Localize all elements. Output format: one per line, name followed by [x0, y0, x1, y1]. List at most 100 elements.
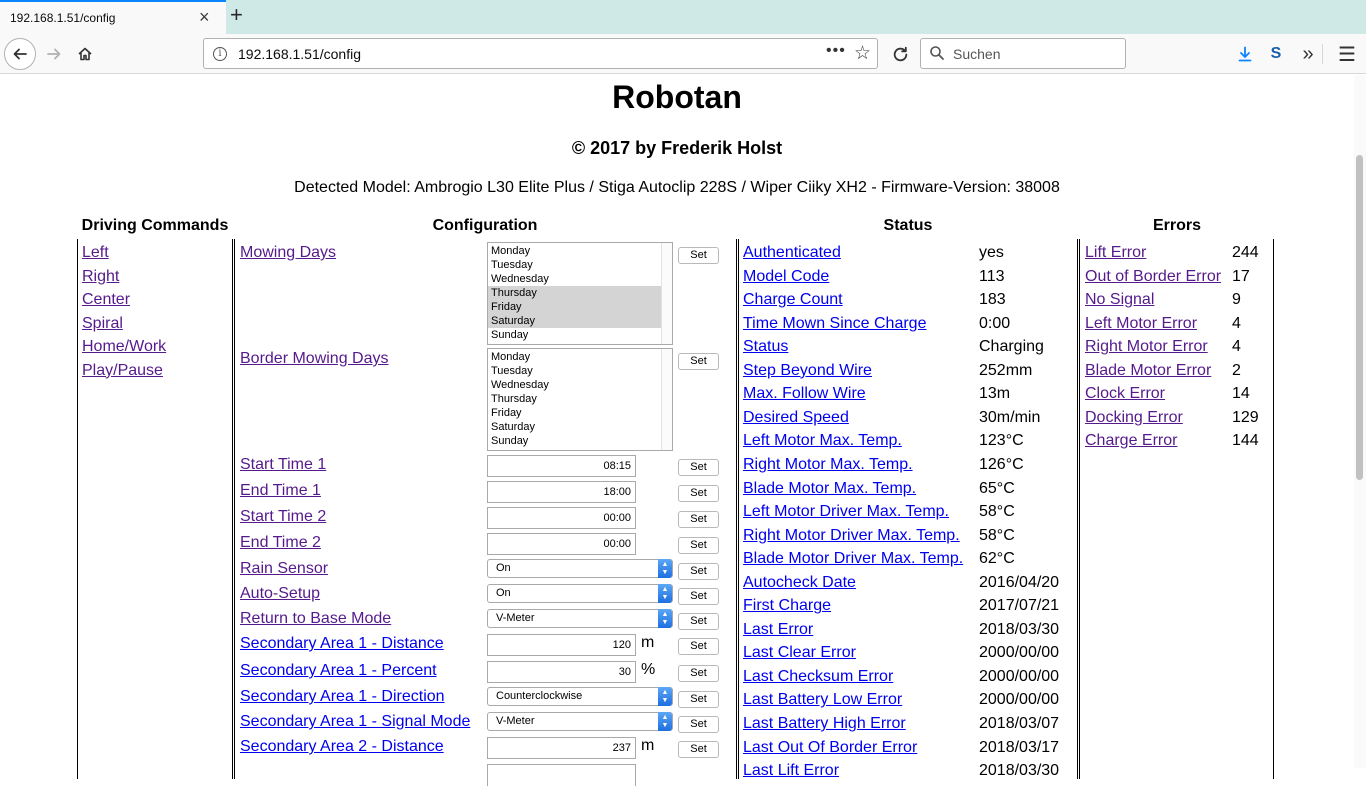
- border-mowing-day-option[interactable]: Thursday: [488, 392, 672, 406]
- error-label-link[interactable]: Left Motor Error: [1085, 314, 1197, 334]
- border-mowing-day-option[interactable]: Wednesday: [488, 378, 672, 392]
- start-time-1-link[interactable]: Start Time 1: [240, 455, 326, 475]
- sa1-signal-mode-select[interactable]: V-Meter ▲ ▼: [487, 712, 673, 731]
- sa2-distance-link[interactable]: Secondary Area 2 - Distance: [240, 737, 444, 757]
- auto-setup-link[interactable]: Auto-Setup: [240, 584, 320, 604]
- error-label-link[interactable]: Lift Error: [1085, 243, 1146, 263]
- search-bar[interactable]: [920, 38, 1126, 69]
- border-mowing-day-option[interactable]: Saturday: [488, 420, 672, 434]
- status-label-link[interactable]: Step Beyond Wire: [743, 361, 872, 381]
- page-actions-icon[interactable]: •••: [826, 42, 846, 60]
- error-label-link[interactable]: Blade Motor Error: [1085, 361, 1211, 381]
- rain-sensor-link[interactable]: Rain Sensor: [240, 559, 328, 579]
- url-bar[interactable]: i 192.168.1.51/config ••• ☆: [203, 38, 878, 69]
- status-label-link[interactable]: Status: [743, 337, 788, 357]
- border-mowing-day-option[interactable]: Tuesday: [488, 364, 672, 378]
- driving-command-link[interactable]: Home/Work: [82, 337, 166, 357]
- mowing-day-option[interactable]: Wednesday: [488, 272, 672, 286]
- mowing-day-option[interactable]: Friday: [488, 300, 672, 314]
- sa1-distance-set-button[interactable]: Set: [678, 638, 719, 655]
- rain-sensor-select[interactable]: On ▲ ▼: [487, 559, 673, 578]
- start-time-1-set-button[interactable]: Set: [678, 459, 719, 476]
- status-label-link[interactable]: Model Code: [743, 267, 829, 287]
- sa1-percent-link[interactable]: Secondary Area 1 - Percent: [240, 661, 437, 681]
- driving-command-link[interactable]: Right: [82, 267, 119, 287]
- border-mowing-days-set-button[interactable]: Set: [678, 353, 719, 370]
- status-label-link[interactable]: Last Clear Error: [743, 643, 856, 663]
- border-mowing-day-option[interactable]: Friday: [488, 406, 672, 420]
- error-label-link[interactable]: Right Motor Error: [1085, 337, 1208, 357]
- status-label-link[interactable]: Max. Follow Wire: [743, 384, 866, 404]
- status-label-link[interactable]: Last Lift Error: [743, 761, 839, 781]
- end-time-2-input[interactable]: 00:00: [487, 533, 636, 555]
- back-button[interactable]: [4, 38, 36, 70]
- status-label-link[interactable]: Last Out Of Border Error: [743, 738, 917, 758]
- status-label-link[interactable]: Last Battery High Error: [743, 714, 906, 734]
- reload-button[interactable]: [884, 38, 916, 70]
- end-time-1-set-button[interactable]: Set: [678, 485, 719, 502]
- status-label-link[interactable]: Autocheck Date: [743, 573, 856, 593]
- site-info-icon[interactable]: i: [213, 47, 227, 61]
- driving-command-link[interactable]: Left: [82, 243, 109, 263]
- auto-setup-set-button[interactable]: Set: [678, 588, 719, 605]
- error-label-link[interactable]: No Signal: [1085, 290, 1154, 310]
- border-mowing-day-option[interactable]: Sunday: [488, 434, 672, 448]
- sa1-direction-link[interactable]: Secondary Area 1 - Direction: [240, 687, 445, 707]
- home-button[interactable]: [69, 38, 101, 70]
- error-label-link[interactable]: Charge Error: [1085, 431, 1177, 451]
- mowing-day-option[interactable]: Saturday: [488, 314, 672, 328]
- status-label-link[interactable]: Last Battery Low Error: [743, 690, 902, 710]
- mowing-days-listbox[interactable]: Monday Tuesday Wednesday Thursday Friday Satu…: [487, 242, 673, 345]
- bookmark-star-icon[interactable]: ☆: [854, 42, 871, 65]
- auto-setup-select[interactable]: On ▲ ▼: [487, 584, 673, 603]
- driving-command-link[interactable]: Play/Pause: [82, 361, 163, 381]
- error-label-link[interactable]: Docking Error: [1085, 408, 1183, 428]
- sa1-distance-link[interactable]: Secondary Area 1 - Distance: [240, 634, 444, 654]
- start-time-2-input[interactable]: 00:00: [487, 507, 636, 529]
- mowing-day-option[interactable]: Monday: [488, 244, 672, 258]
- status-label-link[interactable]: Blade Motor Max. Temp.: [743, 479, 916, 499]
- start-time-2-link[interactable]: Start Time 2: [240, 507, 326, 527]
- listbox-scrollbar[interactable]: [661, 243, 672, 344]
- downloads-button[interactable]: [1229, 38, 1261, 70]
- mowing-day-option[interactable]: Thursday: [488, 286, 672, 300]
- status-label-link[interactable]: Left Motor Driver Max. Temp.: [743, 502, 949, 522]
- error-label-link[interactable]: Clock Error: [1085, 384, 1165, 404]
- status-label-link[interactable]: Right Motor Driver Max. Temp.: [743, 526, 960, 546]
- return-base-mode-select[interactable]: V-Meter ▲ ▼: [487, 609, 673, 628]
- listbox-scrollbar[interactable]: [661, 349, 672, 450]
- status-label-link[interactable]: Blade Motor Driver Max. Temp.: [743, 549, 963, 569]
- url-text[interactable]: 192.168.1.51/config: [238, 46, 361, 62]
- status-label-link[interactable]: Right Motor Max. Temp.: [743, 455, 913, 475]
- status-label-link[interactable]: First Charge: [743, 596, 831, 616]
- sa2-distance-input[interactable]: 237: [487, 737, 636, 759]
- border-mowing-days-link[interactable]: Border Mowing Days: [240, 349, 389, 369]
- status-label-link[interactable]: Authenticated: [743, 243, 841, 263]
- end-time-1-link[interactable]: End Time 1: [240, 481, 321, 501]
- search-input[interactable]: [951, 44, 1119, 64]
- sa1-direction-select[interactable]: Counterclockwise ▲ ▼: [487, 687, 673, 706]
- start-time-1-input[interactable]: 08:15: [487, 455, 636, 477]
- extension-s-icon[interactable]: S: [1260, 38, 1292, 70]
- status-label-link[interactable]: Time Mown Since Charge: [743, 314, 926, 334]
- status-label-link[interactable]: Charge Count: [743, 290, 843, 310]
- end-time-2-link[interactable]: End Time 2: [240, 533, 321, 553]
- forward-button[interactable]: [38, 38, 70, 70]
- sa1-signal-mode-link[interactable]: Secondary Area 1 - Signal Mode: [240, 712, 470, 732]
- new-tab-button[interactable]: +: [230, 2, 243, 28]
- browser-tab[interactable]: 192.168.1.51/config ×: [0, 0, 226, 34]
- rain-sensor-set-button[interactable]: Set: [678, 563, 719, 580]
- driving-command-link[interactable]: Spiral: [82, 314, 123, 334]
- mowing-days-link[interactable]: Mowing Days: [240, 243, 336, 263]
- page-scrollbar[interactable]: [1354, 75, 1366, 768]
- mowing-day-option[interactable]: Tuesday: [488, 258, 672, 272]
- sa1-percent-input[interactable]: 30: [487, 661, 636, 683]
- end-time-2-set-button[interactable]: Set: [678, 537, 719, 554]
- status-label-link[interactable]: Last Checksum Error: [743, 667, 893, 687]
- start-time-2-set-button[interactable]: Set: [678, 511, 719, 528]
- sa1-distance-input[interactable]: 120: [487, 634, 636, 656]
- border-mowing-days-listbox[interactable]: Monday Tuesday Wednesday Thursday Friday Satu…: [487, 348, 673, 451]
- error-label-link[interactable]: Out of Border Error: [1085, 267, 1221, 287]
- return-base-mode-set-button[interactable]: Set: [678, 613, 719, 630]
- sa2-distance-set-button[interactable]: Set: [678, 741, 719, 758]
